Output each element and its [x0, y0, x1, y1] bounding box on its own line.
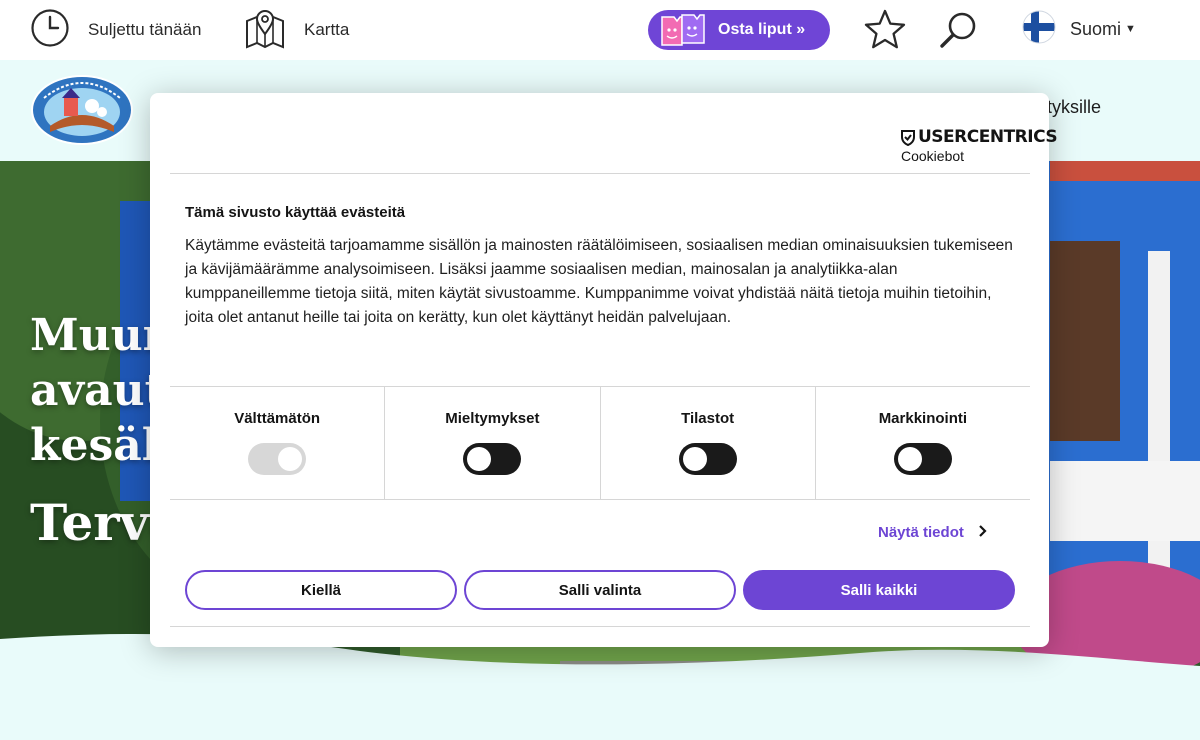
divider: [170, 173, 1030, 174]
category-label: Mieltymykset: [445, 410, 540, 427]
map-label: Kartta: [304, 20, 350, 39]
allow-all-button[interactable]: Salli kaikki: [743, 570, 1015, 610]
brand-sub: Cookiebot: [901, 148, 965, 164]
buy-tickets-label: Osta liput »: [718, 21, 806, 38]
marketing-toggle[interactable]: [893, 443, 952, 475]
category-marketing: Markkinointi: [816, 386, 1030, 499]
hours-status: Suljettu tänään: [88, 20, 202, 39]
show-details-link[interactable]: Näytä tiedot: [878, 521, 988, 543]
necessary-toggle: [248, 443, 307, 475]
search-icon[interactable]: [937, 8, 981, 57]
top-bar: Suljettu tänään Kartta Osta liput » Suom…: [0, 0, 1200, 60]
language-selector[interactable]: Suomi ▼: [1022, 10, 1136, 49]
show-details-label: Näytä tiedot: [878, 523, 964, 541]
language-label: Suomi: [1070, 18, 1122, 39]
chevron-down-icon: ▼: [1125, 23, 1136, 35]
chevron-right-icon: [978, 524, 988, 543]
category-statistics: Tilastot: [601, 386, 816, 499]
usercentrics-logo: USERCENTRICS Cookiebot: [900, 127, 1058, 164]
category-necessary: Välttämätön: [170, 386, 386, 499]
nav-item-partial[interactable]: ityksille: [1043, 97, 1101, 118]
preferences-toggle[interactable]: [463, 443, 522, 475]
consent-title: Tämä sivusto käyttää evästeitä: [185, 204, 406, 221]
clock-icon: [30, 8, 70, 53]
star-icon[interactable]: [863, 8, 907, 57]
category-label: Välttämätön: [234, 410, 321, 427]
consent-body: Käytämme evästeitä tarjoamamme sisällön …: [185, 237, 1013, 326]
finland-flag-icon: [1022, 10, 1056, 49]
cookie-consent-dialog: USERCENTRICS Cookiebot Tämä sivusto käyt…: [150, 93, 1058, 647]
tickets-icon: [660, 13, 706, 47]
allow-selection-button[interactable]: Salli valinta: [464, 570, 736, 610]
category-preferences: Mieltymykset: [385, 386, 601, 499]
deny-button[interactable]: Kiellä: [185, 570, 457, 610]
map-link[interactable]: Kartta: [244, 0, 349, 60]
shield-icon: [900, 129, 916, 146]
buy-tickets-button[interactable]: Osta liput »: [648, 10, 830, 50]
statistics-toggle[interactable]: [678, 443, 737, 475]
consent-categories: Välttämätön Mieltymykset Tilastot Markki…: [170, 386, 1030, 499]
divider: [170, 499, 1030, 500]
map-pin-icon: [244, 7, 286, 54]
category-label: Markkinointi: [878, 410, 968, 427]
brand-name: USERCENTRICS: [918, 127, 1058, 147]
category-label: Tilastot: [681, 410, 735, 427]
site-logo[interactable]: [30, 74, 134, 146]
opening-hours-link[interactable]: Suljettu tänään: [30, 0, 201, 60]
divider: [170, 626, 1030, 627]
